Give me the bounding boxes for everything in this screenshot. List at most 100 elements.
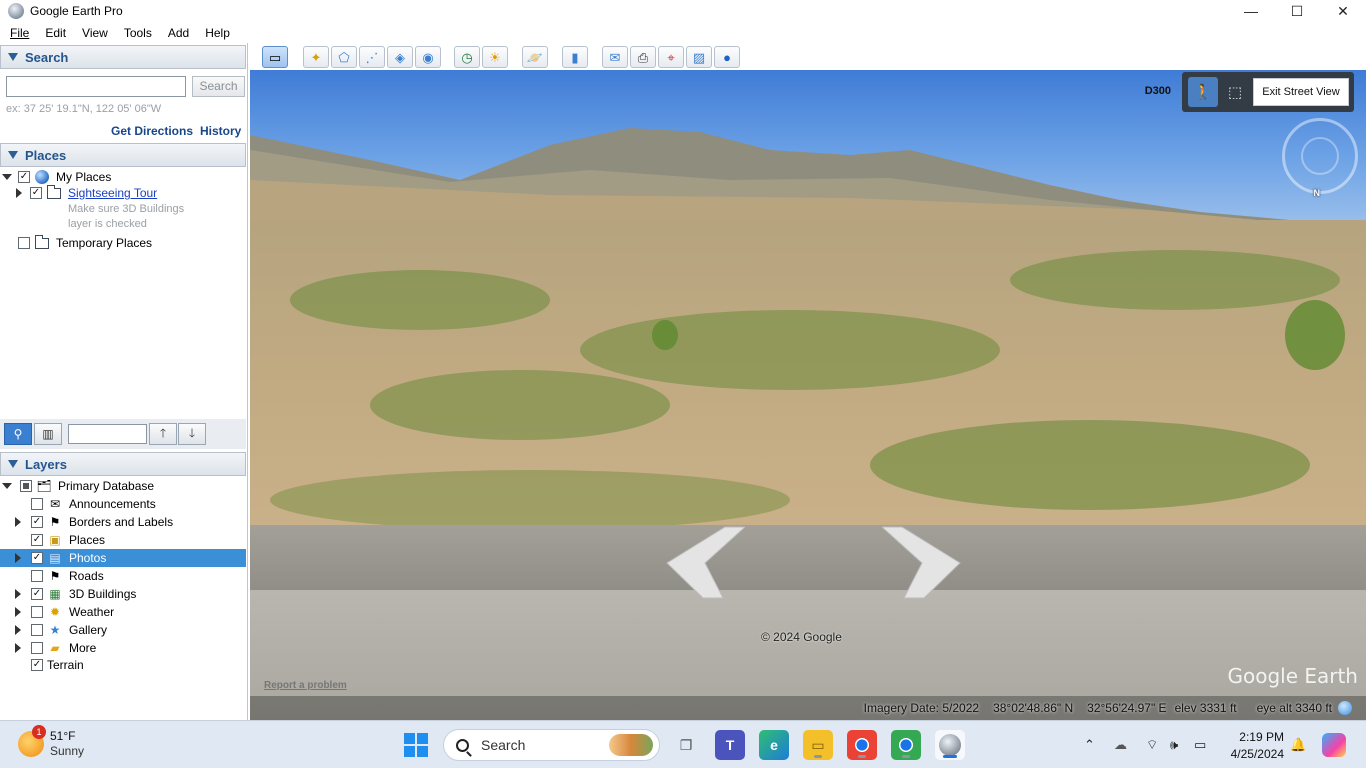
layer-checkbox[interactable] <box>31 588 43 600</box>
search-places-icon[interactable]: ⚲ <box>4 423 32 445</box>
windows-start-icon[interactable] <box>404 733 428 757</box>
edge-icon[interactable]: e <box>759 730 789 760</box>
sightseeing-checkbox[interactable] <box>30 187 42 199</box>
layer-borders-and-labels[interactable]: ⚑ Borders and Labels <box>13 513 173 531</box>
print-icon[interactable]: ⎙ <box>630 46 656 68</box>
file-explorer-icon[interactable]: ▭ <box>803 730 833 760</box>
expand-icon[interactable] <box>2 481 12 491</box>
layer-checkbox[interactable] <box>31 659 43 671</box>
menu-edit[interactable]: Edit <box>39 26 72 40</box>
email-icon[interactable]: ✉ <box>602 46 628 68</box>
view-in-maps-icon[interactable]: ⌖ <box>658 46 684 68</box>
task-view-icon[interactable]: ❐ <box>671 730 701 760</box>
layer-checkbox[interactable] <box>31 552 43 564</box>
layer-checkbox[interactable] <box>31 624 43 636</box>
layer-3d-buildings[interactable]: ▦ 3D Buildings <box>13 585 136 603</box>
chrome-profile-icon[interactable] <box>891 730 921 760</box>
history-link[interactable]: History <box>200 124 241 138</box>
layer-primary-database[interactable]: 🗂 Primary Database <box>2 477 154 495</box>
layer-checkbox[interactable] <box>31 642 43 654</box>
move-up-icon[interactable]: 🡑 <box>149 423 177 445</box>
menu-help[interactable]: Help <box>199 26 236 40</box>
layer-checkbox[interactable] <box>31 570 43 582</box>
sidebar-toggle-icon[interactable]: ▭ <box>262 46 288 68</box>
maximize-icon[interactable]: ☐ <box>1274 0 1320 22</box>
layer-weather[interactable]: ✹ Weather <box>13 603 114 621</box>
get-directions-link[interactable]: Get Directions <box>111 124 193 138</box>
layer-photos[interactable]: ▤ Photos <box>13 549 106 567</box>
layer-checkbox[interactable] <box>20 480 32 492</box>
menu-add[interactable]: Add <box>162 26 195 40</box>
layer-places[interactable]: ▣ Places <box>31 531 105 549</box>
map-viewport[interactable]: D300 🚶 ⬚ Exit Street View N © 2024 Googl… <box>250 70 1366 720</box>
tree-item-temporary-places[interactable]: Temporary Places <box>18 234 152 252</box>
earth-icon[interactable]: ● <box>714 46 740 68</box>
planet-switch-icon[interactable]: 🪐 <box>522 46 548 68</box>
chrome-icon[interactable] <box>847 730 877 760</box>
layer-announcements[interactable]: ✉ Announcements <box>31 495 156 513</box>
show-hidden-icons[interactable]: ⌃ <box>1084 721 1095 768</box>
menu-tools[interactable]: Tools <box>118 26 158 40</box>
minimize-icon[interactable]: — <box>1228 0 1274 22</box>
report-problem-link[interactable]: Report a problem <box>264 680 347 691</box>
layer-checkbox[interactable] <box>31 534 43 546</box>
battery-icon[interactable]: ▭ <box>1194 721 1206 768</box>
notifications-bell-icon[interactable]: 🔔 <box>1290 721 1306 768</box>
add-placemark-icon[interactable]: ✦ <box>303 46 329 68</box>
add-image-overlay-icon[interactable]: ◈ <box>387 46 413 68</box>
expand-icon[interactable] <box>13 607 23 617</box>
layer-roads[interactable]: ⚑ Roads <box>31 567 104 585</box>
wifi-icon[interactable]: ⌔ <box>1146 721 1158 768</box>
temporary-places-checkbox[interactable] <box>18 237 30 249</box>
move-down-icon[interactable]: 🡓 <box>178 423 206 445</box>
system-clock[interactable]: 2:19 PM 4/25/2024 <box>1226 729 1284 763</box>
close-icon[interactable]: ✕ <box>1320 0 1366 22</box>
sunlight-icon[interactable]: ☀ <box>482 46 508 68</box>
copilot-icon[interactable] <box>1322 721 1346 768</box>
ruler-icon[interactable]: ▮ <box>562 46 588 68</box>
search-input[interactable] <box>6 76 186 97</box>
compass-ring[interactable] <box>1282 118 1358 194</box>
layer-gallery[interactable]: ★ Gallery <box>13 621 107 639</box>
navigate-forward-arrow[interactable] <box>882 525 962 600</box>
pegman-icon[interactable]: 🚶 <box>1188 77 1218 107</box>
add-polygon-icon[interactable]: ⬠ <box>331 46 357 68</box>
sightseeing-tour-link[interactable]: Sightseeing Tour <box>68 186 157 200</box>
layer-checkbox[interactable] <box>31 498 43 510</box>
places-filter-input[interactable] <box>68 424 147 444</box>
layer-checkbox[interactable] <box>31 516 43 528</box>
add-path-icon[interactable]: ⋰ <box>359 46 385 68</box>
taskbar-search-box[interactable]: Search <box>443 729 660 761</box>
teams-icon[interactable]: T <box>715 730 745 760</box>
places-section-header[interactable]: Places <box>0 143 246 167</box>
my-places-checkbox[interactable] <box>18 171 30 183</box>
expand-icon[interactable] <box>13 589 23 599</box>
expand-icon[interactable] <box>13 643 23 653</box>
panel-toggle-icon[interactable]: ▥ <box>34 423 62 445</box>
menu-view[interactable]: View <box>76 26 114 40</box>
expand-icon[interactable] <box>2 172 12 182</box>
layer-checkbox[interactable] <box>31 606 43 618</box>
weather-widget[interactable]: 1 51°F Sunny <box>18 725 84 759</box>
navigate-back-arrow[interactable] <box>665 525 745 600</box>
layer-more[interactable]: ▰ More <box>13 639 96 657</box>
save-image-icon[interactable]: ▨ <box>686 46 712 68</box>
search-section-header[interactable]: Search <box>0 45 246 69</box>
3d-box-icon[interactable]: ⬚ <box>1220 77 1250 107</box>
expand-icon[interactable] <box>13 625 23 635</box>
expand-icon[interactable] <box>13 553 23 563</box>
copyright: © 2024 Google <box>761 630 842 644</box>
search-button[interactable]: Search <box>192 76 245 97</box>
layer-terrain[interactable]: Terrain <box>31 656 84 674</box>
expand-icon[interactable] <box>13 517 23 527</box>
exit-street-view-button[interactable]: Exit Street View <box>1253 78 1349 106</box>
onedrive-icon[interactable]: ☁ <box>1114 721 1127 768</box>
historical-imagery-icon[interactable]: ◷ <box>454 46 480 68</box>
record-tour-icon[interactable]: ◉ <box>415 46 441 68</box>
menu-file[interactable]: File <box>4 26 35 40</box>
volume-icon[interactable]: 🕪 <box>1170 721 1178 768</box>
layers-section-header[interactable]: Layers <box>0 452 246 476</box>
expand-icon[interactable] <box>14 188 24 198</box>
compass-center[interactable] <box>1301 137 1339 175</box>
google-earth-taskbar-icon[interactable] <box>935 730 965 760</box>
